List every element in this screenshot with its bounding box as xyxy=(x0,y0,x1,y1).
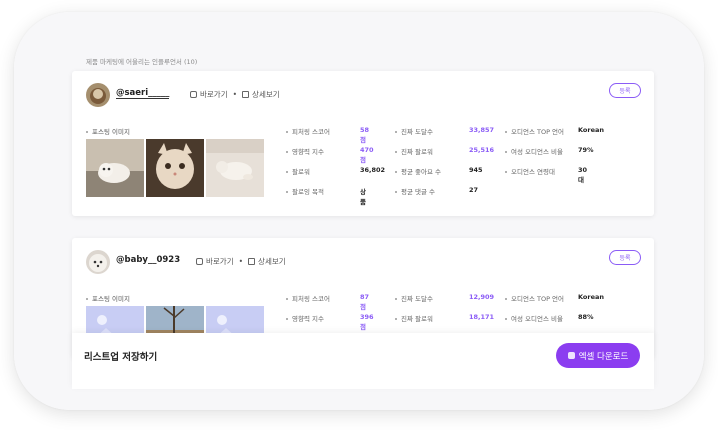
stat-label: 오디언스 연령대 xyxy=(511,168,555,176)
go-link[interactable]: 바로가기 xyxy=(206,256,234,267)
register-button[interactable]: 등록 xyxy=(609,250,641,265)
excel-download-button[interactable]: 엑셀 다운로드 xyxy=(556,343,640,368)
detail-link[interactable]: 상세보기 xyxy=(252,89,280,100)
post-images-label: 포스팅 이미지 xyxy=(86,126,130,136)
stat-label: 평균 댓글 수 xyxy=(401,188,436,196)
influencer-handle[interactable]: @saeri_____ xyxy=(116,88,170,99)
calendar-icon xyxy=(242,91,250,98)
stat-label: 평균 좋아요 수 xyxy=(401,168,442,176)
stat-value: Korean xyxy=(578,293,605,301)
post-thumbnail[interactable] xyxy=(146,139,204,197)
detail-link[interactable]: 상세보기 xyxy=(258,256,286,267)
stat-value: 945 xyxy=(469,166,483,174)
stat-value: 30대 xyxy=(578,166,588,184)
stat-label: 피처링 스코어 xyxy=(292,295,330,303)
stat-value: Korean xyxy=(578,126,605,134)
profile-links: 바로가기 • 상세보기 xyxy=(196,256,286,267)
stat-value: 상품 xyxy=(360,188,366,206)
calendar-icon xyxy=(248,258,256,265)
stat-label: 진짜 도달수 xyxy=(401,295,433,303)
stat-label: 오디언스 TOP 언어 xyxy=(511,128,565,136)
instagram-icon xyxy=(196,258,203,265)
save-list-footer: 리스트업 저장하기 엑셀 다운로드 xyxy=(72,333,654,389)
stat-value: 79% xyxy=(578,146,594,154)
excel-icon xyxy=(567,352,575,359)
stat-value: 18,171 xyxy=(469,313,495,321)
influencer-handle[interactable]: @baby__0923 xyxy=(116,255,180,265)
stat-value: 87점 xyxy=(360,293,370,311)
stat-label: 진짜 도달수 xyxy=(401,128,433,136)
stat-value: 396점 xyxy=(360,313,374,331)
stat-value: 58점 xyxy=(360,126,370,144)
stat-label: 영향력 지수 xyxy=(292,315,324,323)
stat-value: 470점 xyxy=(360,146,374,164)
excel-download-label: 엑셀 다운로드 xyxy=(578,351,629,362)
stat-label: 진짜 팔로워 xyxy=(401,315,433,323)
avatar[interactable] xyxy=(86,83,110,107)
stat-value: 88% xyxy=(578,313,594,321)
stat-value: 27 xyxy=(469,186,479,194)
stat-label: 오디언스 TOP 언어 xyxy=(511,295,565,303)
stat-label: 영향력 지수 xyxy=(292,148,324,156)
list-caption: 제품 마케팅에 어울리는 인플루언서 (10) xyxy=(86,58,198,66)
profile-links: 바로가기 • 상세보기 xyxy=(190,89,280,100)
stat-value: 25,516 xyxy=(469,146,495,154)
stat-value: 36,802 xyxy=(360,166,386,174)
post-thumbnails xyxy=(86,139,264,197)
separator-dot: • xyxy=(238,257,244,266)
separator-dot: • xyxy=(232,90,238,99)
stat-label: 팔로잉 목적 xyxy=(292,188,324,196)
stat-label: 팔로워 xyxy=(292,168,310,176)
stat-label: 여성 오디언스 비율 xyxy=(511,315,563,323)
post-thumbnail[interactable] xyxy=(206,139,264,197)
stat-label: 여성 오디언스 비율 xyxy=(511,148,563,156)
avatar[interactable] xyxy=(86,250,110,274)
page-content: 제품 마케팅에 어울리는 인플루언서 (10) @saeri_____ 바로가기… xyxy=(14,12,704,410)
instagram-icon xyxy=(190,91,197,98)
stat-label: 피처링 스코어 xyxy=(292,128,330,136)
stat-value: 12,909 xyxy=(469,293,495,301)
device-frame: 제품 마케팅에 어울리는 인플루언서 (10) @saeri_____ 바로가기… xyxy=(14,12,704,410)
footer-title: 리스트업 저장하기 xyxy=(84,352,158,363)
register-button[interactable]: 등록 xyxy=(609,83,641,98)
post-thumbnail[interactable] xyxy=(86,139,144,197)
influencer-card: @saeri_____ 바로가기 • 상세보기 등록 포스팅 이미지 피처링 스… xyxy=(72,71,654,216)
stat-label: 진짜 팔로워 xyxy=(401,148,433,156)
go-link[interactable]: 바로가기 xyxy=(200,89,228,100)
stat-value: 33,857 xyxy=(469,126,495,134)
post-images-label: 포스팅 이미지 xyxy=(86,293,130,303)
